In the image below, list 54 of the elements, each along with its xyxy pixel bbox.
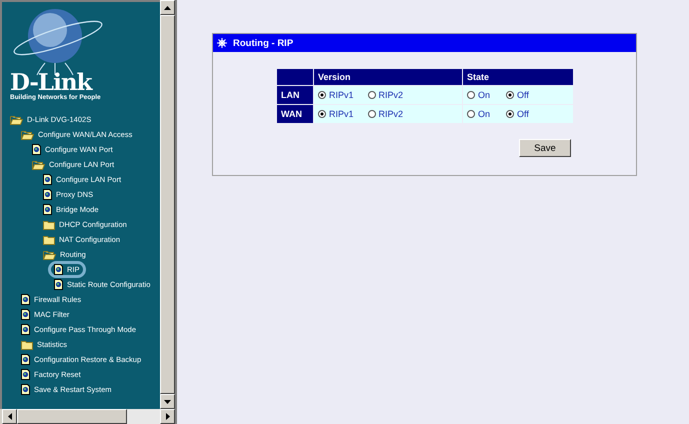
scroll-down-button[interactable] bbox=[160, 394, 175, 409]
header-cell bbox=[276, 68, 314, 86]
document-icon bbox=[21, 324, 30, 335]
document-icon bbox=[21, 309, 30, 320]
radio-label: On bbox=[478, 90, 490, 100]
radio-label: RIPv1 bbox=[329, 90, 354, 100]
radio-button[interactable] bbox=[467, 91, 475, 99]
row-header: WAN bbox=[276, 104, 314, 124]
folder-open-icon bbox=[10, 114, 23, 124]
radio-label: RIPv1 bbox=[329, 109, 354, 119]
document-icon bbox=[21, 354, 30, 365]
radio-button[interactable] bbox=[467, 110, 475, 118]
up-arrow-icon bbox=[164, 6, 171, 10]
scroll-left-button[interactable] bbox=[2, 409, 17, 424]
radio-button[interactable] bbox=[506, 91, 514, 99]
network-icon bbox=[217, 38, 227, 48]
folder-open-icon bbox=[21, 130, 34, 140]
document-icon bbox=[54, 264, 63, 275]
radio-label: RIPv2 bbox=[378, 109, 404, 119]
panel-title: Routing - RIP bbox=[233, 38, 294, 48]
document-icon bbox=[54, 279, 63, 290]
scroll-up-button[interactable] bbox=[160, 0, 175, 15]
document-icon bbox=[21, 294, 30, 305]
document-icon bbox=[21, 369, 30, 380]
radio-label: RIPv2 bbox=[378, 90, 404, 100]
scrollbar-thumb[interactable] bbox=[17, 409, 127, 424]
document-icon bbox=[32, 144, 41, 155]
folder-icon bbox=[43, 220, 55, 230]
column-header: Version bbox=[314, 68, 462, 86]
folder-open-icon bbox=[43, 250, 56, 260]
column-header: State bbox=[462, 68, 574, 86]
radio-button[interactable] bbox=[368, 91, 376, 99]
down-arrow-icon bbox=[164, 400, 171, 404]
save-button[interactable]: Save bbox=[519, 139, 571, 157]
row-header: LAN bbox=[276, 86, 314, 104]
document-icon bbox=[43, 189, 52, 200]
radio-button[interactable] bbox=[506, 110, 514, 118]
scroll-right-button[interactable] bbox=[160, 409, 175, 424]
radio-label: Off bbox=[517, 90, 529, 100]
radio-label: On bbox=[478, 109, 490, 119]
document-icon bbox=[21, 384, 30, 395]
brand-logo: D-Link bbox=[10, 72, 92, 94]
radio-button[interactable] bbox=[368, 110, 376, 118]
folder-open-icon bbox=[32, 160, 45, 170]
document-icon bbox=[43, 174, 52, 185]
right-arrow-icon bbox=[166, 413, 170, 420]
radio-label: Off bbox=[517, 109, 529, 119]
folder-icon bbox=[43, 234, 55, 244]
left-arrow-icon bbox=[8, 413, 12, 420]
document-icon bbox=[43, 204, 52, 215]
radio-button[interactable] bbox=[318, 110, 326, 118]
folder-icon bbox=[21, 340, 33, 350]
radio-button[interactable] bbox=[318, 91, 326, 99]
scrollbar-thumb[interactable] bbox=[160, 15, 175, 394]
